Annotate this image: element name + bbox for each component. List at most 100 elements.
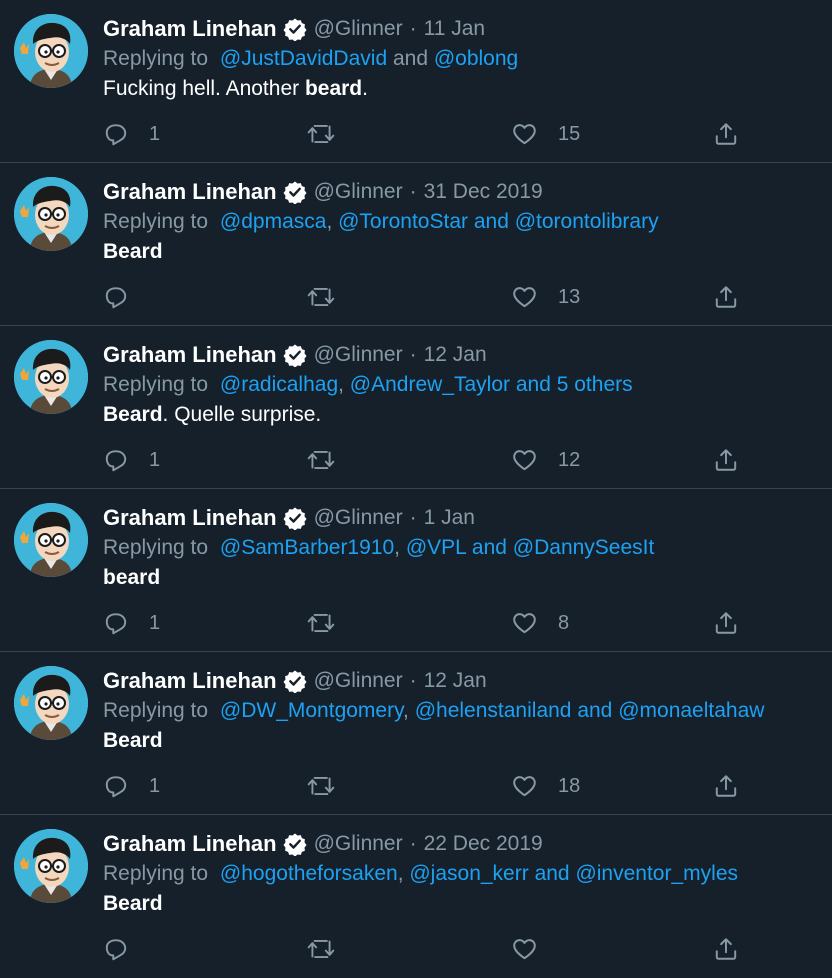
tweet-date[interactable]: 31 Dec 2019	[424, 180, 543, 204]
retweet-button[interactable]	[306, 119, 356, 149]
like-button[interactable]: 13	[511, 282, 580, 312]
mention-link[interactable]: @oblong	[434, 47, 518, 70]
replying-to-prefix: Replying to	[103, 536, 209, 559]
mention-link[interactable]: @TorontoStar	[338, 210, 468, 233]
separator-dot: ·	[409, 831, 417, 855]
author-handle[interactable]: @Glinner	[314, 17, 403, 41]
mention-link[interactable]: and	[466, 536, 513, 559]
mention-link[interactable]: and	[510, 373, 557, 396]
mention-link[interactable]: @jason_kerr	[409, 862, 528, 885]
avatar[interactable]	[14, 666, 88, 740]
tweet[interactable]: Graham Linehan @Glinner · 22 Dec 2019 Re…	[0, 815, 832, 978]
avatar[interactable]	[14, 14, 88, 88]
retweet-button[interactable]	[306, 445, 356, 475]
like-button[interactable]: 8	[511, 608, 569, 638]
tweet-content: Graham Linehan @Glinner · 12 Jan Replyin…	[103, 339, 822, 430]
retweet-button[interactable]	[306, 282, 356, 312]
mention-link[interactable]: @monaeltahaw	[618, 699, 764, 722]
heart-icon	[513, 124, 536, 145]
like-count: 12	[558, 448, 581, 471]
heart-icon	[513, 613, 536, 634]
share-button[interactable]	[713, 771, 739, 801]
tweet-date[interactable]: 12 Jan	[424, 343, 487, 367]
author-name[interactable]: Graham Linehan	[103, 16, 277, 42]
retweet-button[interactable]	[306, 934, 356, 964]
verified-badge-icon	[283, 669, 307, 693]
tweet-text: Beard	[103, 889, 822, 919]
like-count: 8	[558, 611, 570, 634]
author-name[interactable]: Graham Linehan	[103, 342, 277, 368]
mention-link[interactable]: @SamBarber1910	[220, 536, 394, 559]
retweet-icon	[307, 614, 335, 632]
reply-button[interactable]: 1	[103, 119, 160, 149]
tweet-text: Beard. Quelle surprise.	[103, 400, 822, 430]
mention-link[interactable]: and	[571, 699, 618, 722]
cartoon-avatar-image	[14, 829, 88, 903]
tweet-header: Graham Linehan @Glinner · 11 Jan	[103, 13, 822, 44]
share-button[interactable]	[713, 282, 739, 312]
author-handle[interactable]: @Glinner	[314, 832, 403, 856]
retweet-button[interactable]	[306, 608, 356, 638]
replying-to-mentions: @JustDavidDavid and @oblong	[220, 47, 518, 70]
avatar[interactable]	[14, 503, 88, 577]
avatar[interactable]	[14, 829, 88, 903]
mention-link[interactable]: @radicalhag	[220, 373, 338, 396]
like-button[interactable]: 15	[511, 119, 580, 149]
share-button[interactable]	[713, 119, 739, 149]
tweet-date[interactable]: 1 Jan	[424, 506, 475, 530]
reply-button[interactable]	[103, 282, 149, 312]
mention-link[interactable]: @DannySeesIt	[513, 536, 655, 559]
tweet-date[interactable]: 11 Jan	[424, 17, 486, 41]
reply-count: 1	[149, 611, 161, 634]
retweet-button[interactable]	[306, 771, 356, 801]
mention-separator: and	[387, 47, 434, 70]
avatar[interactable]	[14, 177, 88, 251]
like-button[interactable]: 12	[511, 445, 580, 475]
mention-link[interactable]: @inventor_myles	[575, 862, 738, 885]
tweet[interactable]: Graham Linehan @Glinner · 1 Jan Replying…	[0, 489, 832, 652]
reply-button[interactable]: 1	[103, 771, 160, 801]
tweet[interactable]: Graham Linehan @Glinner · 12 Jan Replyin…	[0, 326, 832, 489]
tweet-content: Graham Linehan @Glinner · 1 Jan Replying…	[103, 502, 822, 593]
reply-icon	[105, 287, 127, 309]
like-button[interactable]	[511, 934, 558, 964]
reply-button[interactable]	[103, 934, 149, 964]
tweet-header: Graham Linehan @Glinner · 12 Jan	[103, 339, 822, 370]
mention-link[interactable]: @hogotheforsaken	[220, 862, 398, 885]
author-handle[interactable]: @Glinner	[314, 669, 403, 693]
mention-link[interactable]: @helenstaniland	[415, 699, 572, 722]
tweet-header: Graham Linehan @Glinner · 1 Jan	[103, 502, 822, 533]
author-handle[interactable]: @Glinner	[314, 180, 403, 204]
tweet-date[interactable]: 22 Dec 2019	[424, 832, 543, 856]
mention-link[interactable]: @JustDavidDavid	[220, 47, 387, 70]
mention-separator: ,	[326, 210, 339, 233]
tweet-text: beard	[103, 563, 822, 593]
author-handle[interactable]: @Glinner	[314, 343, 403, 367]
author-name[interactable]: Graham Linehan	[103, 831, 277, 857]
tweet-date[interactable]: 12 Jan	[424, 669, 487, 693]
share-button[interactable]	[713, 445, 739, 475]
mention-link[interactable]: @torontolibrary	[515, 210, 659, 233]
mention-link[interactable]: @dpmasca	[220, 210, 327, 233]
replying-to-mentions: @SamBarber1910, @VPL and @DannySeesIt	[220, 536, 654, 559]
reply-button[interactable]: 1	[103, 445, 160, 475]
reply-button[interactable]: 1	[103, 608, 160, 638]
like-button[interactable]: 18	[511, 771, 580, 801]
tweet[interactable]: Graham Linehan @Glinner · 11 Jan Replyin…	[0, 0, 832, 163]
mention-link[interactable]: 5 others	[557, 373, 633, 396]
share-button[interactable]	[713, 934, 739, 964]
tweet[interactable]: Graham Linehan @Glinner · 12 Jan Replyin…	[0, 652, 832, 815]
author-name[interactable]: Graham Linehan	[103, 668, 277, 694]
author-name[interactable]: Graham Linehan	[103, 179, 277, 205]
mention-link[interactable]: @VPL	[406, 536, 466, 559]
mention-link[interactable]: @Andrew_Taylor	[350, 373, 510, 396]
tweet[interactable]: Graham Linehan @Glinner · 31 Dec 2019 Re…	[0, 163, 832, 326]
author-handle[interactable]: @Glinner	[314, 506, 403, 530]
mention-link[interactable]: and	[529, 862, 576, 885]
author-name[interactable]: Graham Linehan	[103, 505, 277, 531]
replying-to-mentions: @dpmasca, @TorontoStar and @torontolibra…	[220, 210, 659, 233]
avatar[interactable]	[14, 340, 88, 414]
share-button[interactable]	[713, 608, 739, 638]
mention-link[interactable]: and	[468, 210, 515, 233]
mention-link[interactable]: @DW_Montgomery	[220, 699, 403, 722]
